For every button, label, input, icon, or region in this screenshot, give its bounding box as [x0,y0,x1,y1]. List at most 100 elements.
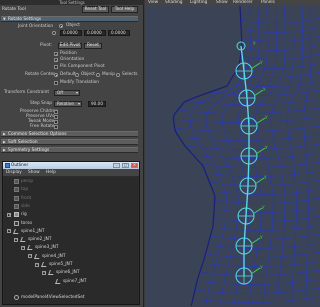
expand-icon[interactable]: + [7,212,11,217]
tool-help-button[interactable]: Tool Help [111,6,138,13]
edit-pivot-button[interactable]: Edit Pivot [58,43,82,49]
rotate-settings-label: Rotate Settings [8,17,42,22]
minimize-icon[interactable]: – [113,163,120,168]
preserve-uvs-checkbox[interactable] [54,115,58,119]
menu-display[interactable]: Display [6,169,22,176]
outliner-item-label: spine7_JNT [63,278,87,284]
wire-loop [213,215,320,222]
outliner-item[interactable]: − spine4_JNT [4,253,138,260]
wire-loop [228,80,320,87]
outliner-item[interactable]: side [4,203,138,210]
outliner-item[interactable]: torso [4,220,138,227]
orient-handle-label: y [265,115,268,120]
camera-icon [14,179,19,184]
outliner-item[interactable]: − spine1_JNT [4,228,138,235]
outliner-item[interactable]: − spine2_JNT [4,236,138,243]
modify-translation-checkbox[interactable] [54,81,58,85]
rotate-center-label: Rotate Center [25,72,55,77]
axis-x-field[interactable]: 0.0000 [60,30,82,36]
pin-pivot-label: Pin Component Pivot [60,64,105,69]
viewport-panel[interactable]: View Shading Lighting Show Renderer Pane… [145,0,320,307]
outliner-item[interactable]: persp [4,178,138,185]
rotate-center-selects-radio[interactable] [116,73,120,77]
collapse-icon[interactable]: − [42,270,46,275]
outliner-item[interactable]: spine7_JNT [4,278,138,285]
joint-icon [20,237,27,243]
orient-handle-label: y [260,60,263,65]
custom-axis-radio[interactable] [52,31,56,35]
collapse-icon[interactable]: − [28,254,32,259]
step-snap-mode-dropdown[interactable]: Relative [54,101,82,107]
free-rotate-checkbox[interactable] [54,125,58,129]
collapse-icon[interactable]: − [35,262,39,267]
wire-loop [207,242,320,249]
rotate-center-object-radio[interactable] [75,73,79,77]
wire-loop [240,17,320,24]
collapse-icon[interactable]: − [7,229,11,234]
tool-settings-title: Tool Settings [0,0,144,5]
outliner-item[interactable] [4,286,138,293]
transform-constraint-dropdown[interactable]: Off [54,90,80,96]
outliner-item[interactable]: − spine6_JNT [4,269,138,276]
modify-translation-label: Modify Translation [60,80,100,85]
outliner-item[interactable]: − spine5_JNT [4,261,138,268]
wire-loop [194,287,320,294]
orient-handle-label: y [253,41,256,46]
tool-name: Rotate Tool [2,7,26,12]
wire-loop [174,125,320,132]
joint-orientation-radio[interactable] [59,24,63,28]
tool-settings-panel: Tool Settings Rotate Tool Reset Tool Too… [0,0,144,307]
rotate-center-default-radio[interactable] [54,73,58,77]
soft-selection-header[interactable]: ▶ Soft Selection [1,139,138,145]
free-rotate-label: Free Rotate [30,124,55,129]
maximize-icon[interactable]: □ [122,163,129,168]
outliner-item[interactable]: modelPanel4ViewSelectedSet [4,294,138,301]
orient-handle-label: y [262,205,265,210]
position-checkbox[interactable]: ✓ [54,52,58,57]
outliner-item[interactable]: top [4,186,138,193]
wire-loop [192,296,320,303]
wire-loop [241,26,320,33]
collapse-icon[interactable]: − [14,237,18,242]
axis-y-field[interactable]: 0.0000 [84,30,106,36]
wire-loop [214,206,320,213]
wire-edge [303,6,312,307]
pivot-label: Pivot: [40,43,52,48]
mesh-icon [14,220,19,226]
wire-loop [240,53,320,60]
rotate-center-manip-radio[interactable] [96,73,100,77]
common-selection-header[interactable]: ▶ Common Selection Options [1,131,138,137]
wire-loop [212,224,320,231]
reset-pivot-button[interactable]: Reset [84,43,102,49]
rotate-center-manip-label: Manip [102,72,115,77]
rotate-settings-header[interactable]: ▼ Rotate Settings [1,16,138,22]
joint-orientation-value: Object [66,23,80,28]
outliner-item[interactable]: + rig [4,211,138,218]
menu-help[interactable]: Help [46,169,56,176]
symmetry-settings-header[interactable]: ▶ Symmetry Settings [1,147,138,153]
joint-icon [48,270,55,276]
reset-tool-button[interactable]: Reset Tool [82,6,109,13]
orientation-checkbox[interactable]: ✓ [54,58,58,63]
outliner-item[interactable]: − spine3_JNT [4,244,138,251]
menu-show[interactable]: Show [28,169,40,176]
outliner-item-label: spine5_JNT [49,262,73,267]
close-icon[interactable]: ✕ [131,163,138,168]
joint-icon [34,253,41,259]
expand-triangle-icon: ▶ [3,148,6,152]
camera-icon [14,203,19,209]
axis-z-field[interactable]: 0.0000 [108,30,130,36]
outliner-item[interactable]: front [4,195,138,202]
rotate-center-object-label: Object [81,72,95,77]
collapse-icon[interactable]: − [21,245,25,250]
outliner-list: persp top front side + rig torso − spine1_JNT − sp… [4,177,138,304]
pin-pivot-checkbox[interactable] [54,65,58,69]
outliner-item-label: front [21,195,32,201]
step-snap-value-field[interactable]: 90.00 [88,101,106,107]
preserve-children-checkbox[interactable] [54,110,58,114]
outliner-item-label: spine2_JNT [28,237,52,243]
orient-handle-label: y [264,175,267,180]
outliner-item-label: modelPanel4ViewSelectedSet [21,295,85,301]
outliner-item-label: rig [21,212,27,218]
viewport-canvas[interactable]: y y y y y y y y y [145,6,320,307]
